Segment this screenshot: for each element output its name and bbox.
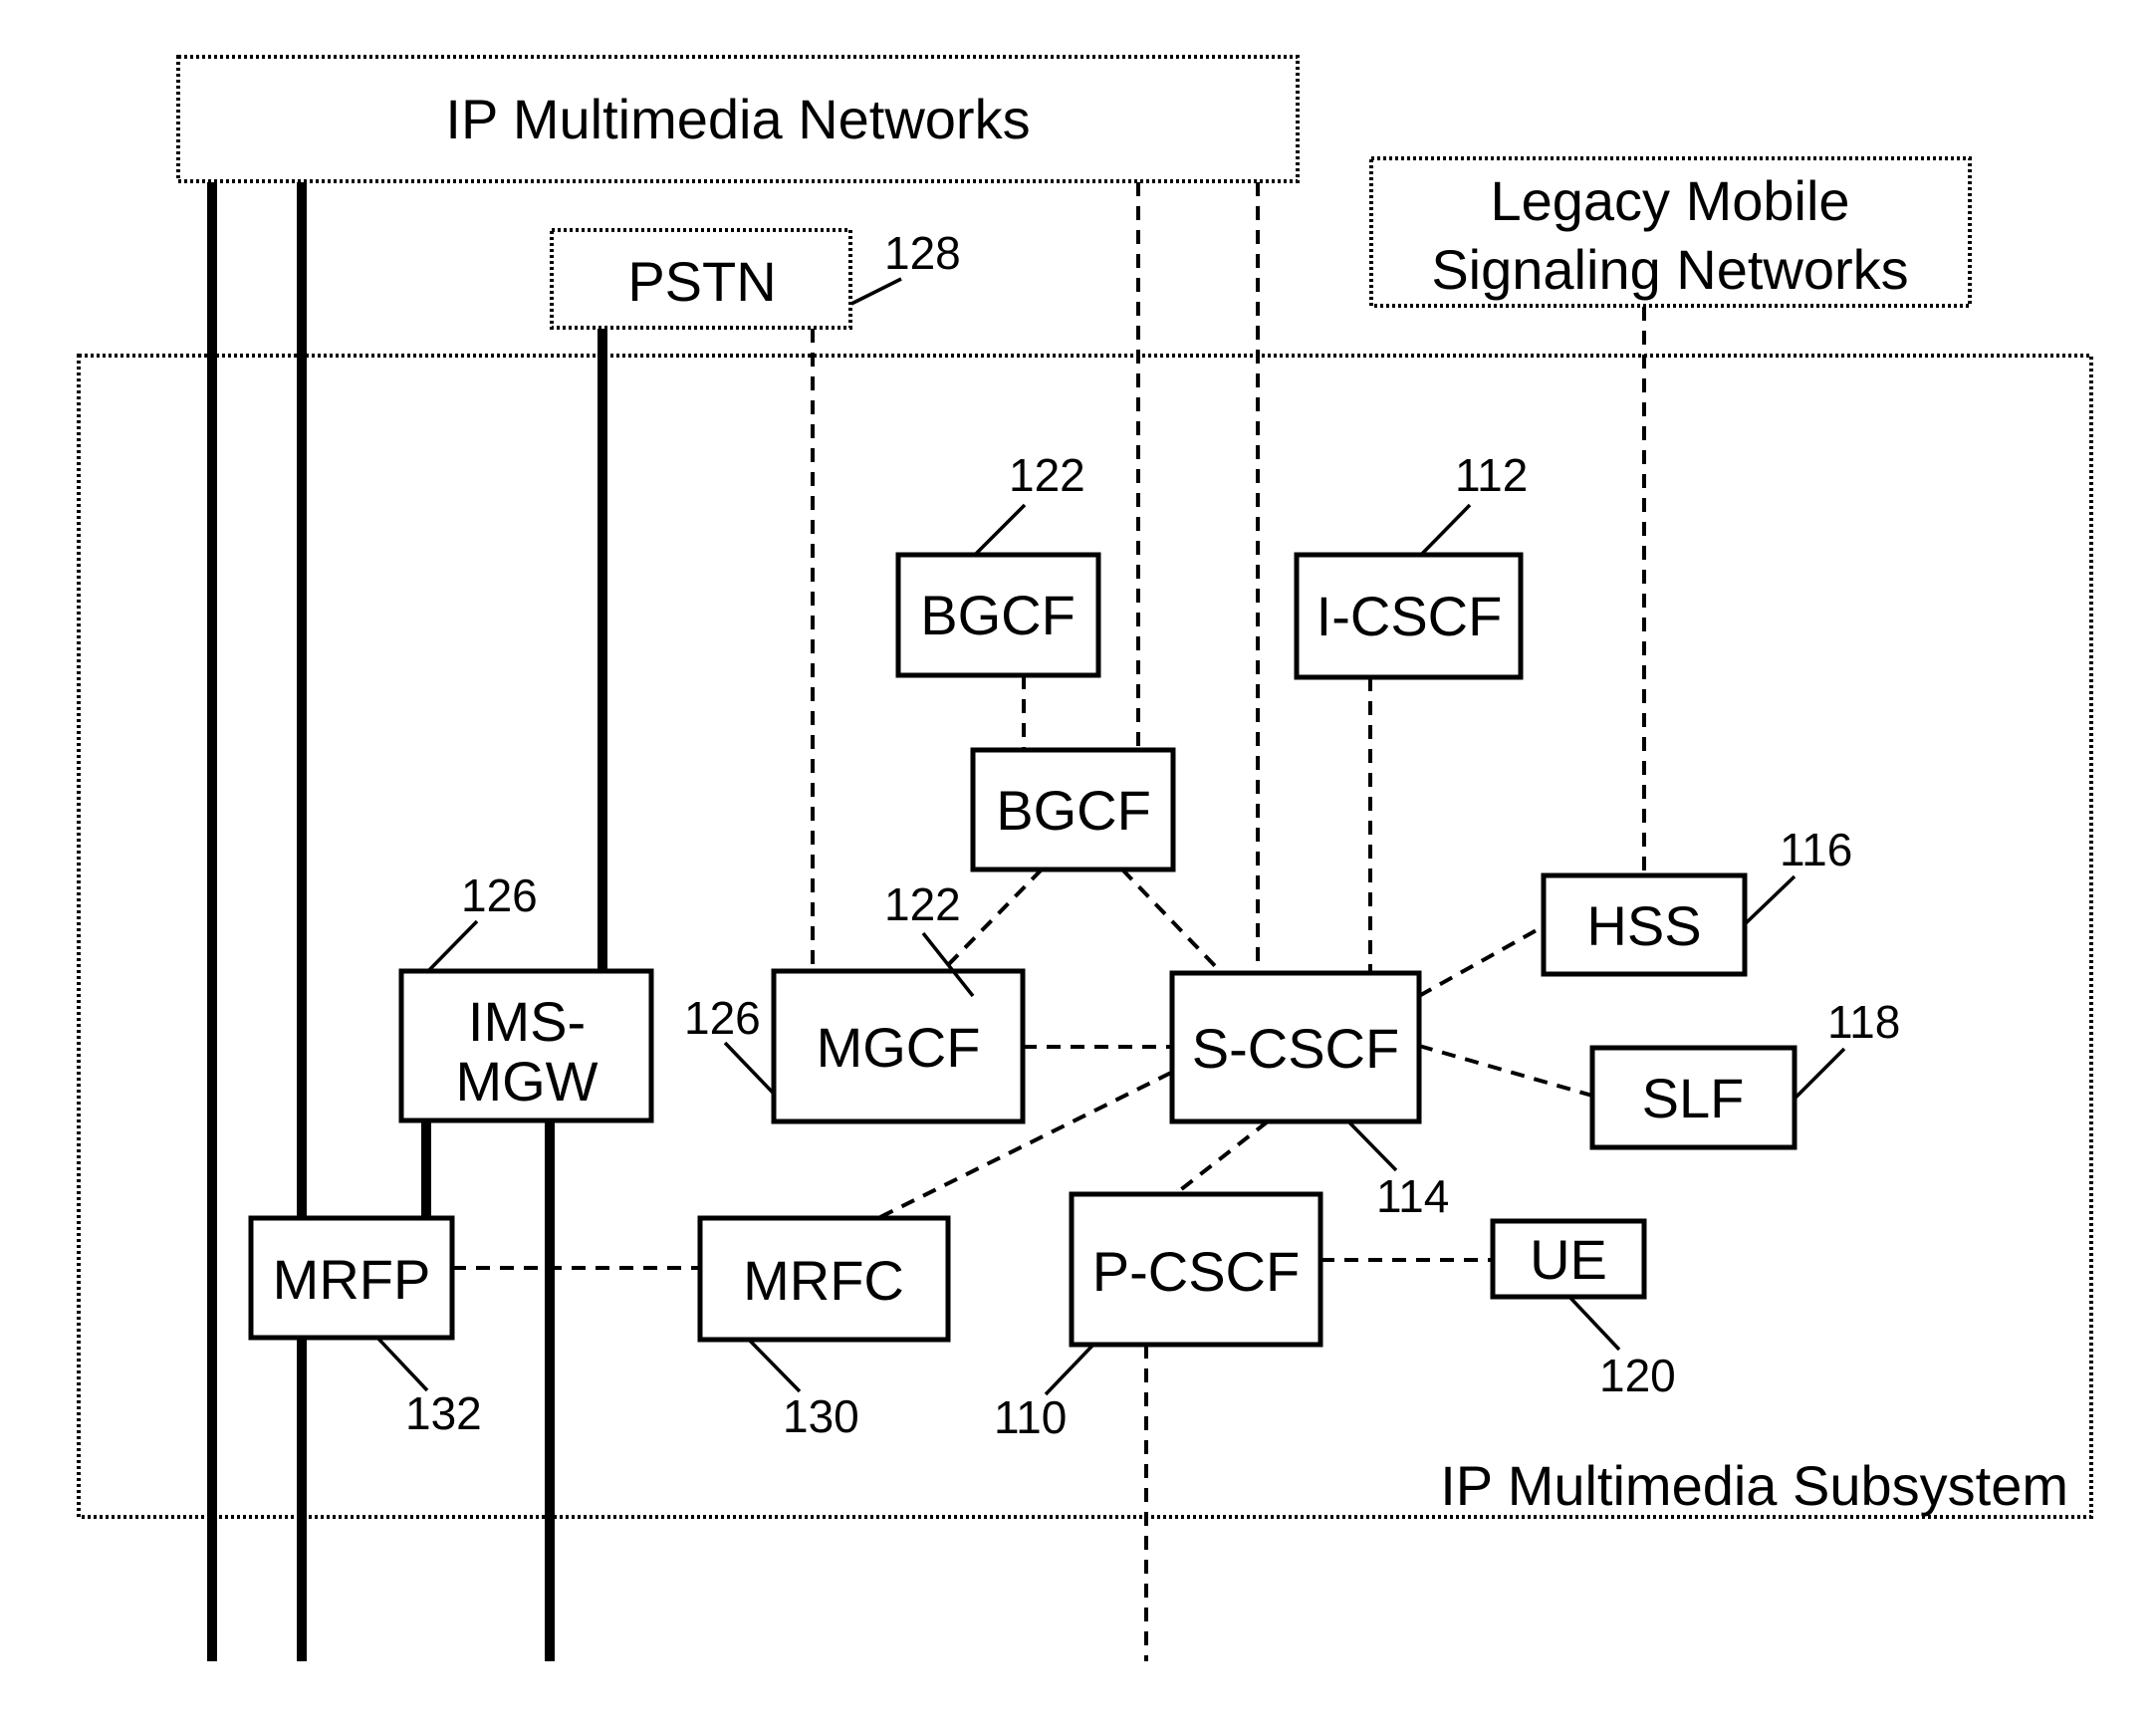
bgcf-mid-label: BGCF — [996, 779, 1151, 842]
ref-scscf: 114 — [1376, 1170, 1449, 1222]
ref-mgcf: 126 — [684, 992, 761, 1044]
mrfc-label: MRFC — [743, 1249, 904, 1312]
bgcf-top-label: BGCF — [920, 584, 1076, 646]
scscf-label: S-CSCF — [1192, 1017, 1399, 1080]
ref-ue: 120 — [1599, 1350, 1676, 1401]
hss-label: HSS — [1586, 894, 1701, 957]
ims-mgw-label-line1: IMS- — [468, 990, 586, 1053]
slf-label: SLF — [1642, 1067, 1745, 1129]
ref-slf: 118 — [1827, 996, 1900, 1048]
ue-label: UE — [1530, 1228, 1607, 1291]
icscf-label: I-CSCF — [1317, 585, 1503, 647]
ref-pstn: 128 — [884, 227, 961, 279]
ims-mgw-label-line2: MGW — [455, 1050, 598, 1113]
ref-icscf: 112 — [1455, 449, 1528, 501]
mgcf-label: MGCF — [817, 1016, 981, 1079]
ref-ims-mgw: 126 — [461, 869, 538, 921]
ims-label: IP Multimedia Subsystem — [1440, 1454, 2068, 1517]
ref-bgcf-top: 122 — [1009, 449, 1085, 501]
ref-bgcf-mid: 122 — [884, 878, 961, 930]
ims-architecture-diagram: IP Multimedia Networks Legacy Mobile Sig… — [77, 55, 2093, 1661]
mrfp-label: MRFP — [273, 1248, 431, 1311]
ref-mrfc: 130 — [783, 1390, 859, 1442]
ref-pcscf: 110 — [994, 1391, 1067, 1443]
pcscf-label: P-CSCF — [1092, 1240, 1300, 1303]
ref-mrfp: 132 — [405, 1387, 482, 1439]
ref-hss: 116 — [1780, 824, 1852, 875]
leader-pstn — [850, 277, 902, 306]
pstn-label: PSTN — [627, 250, 776, 313]
legacy-label-line2: Signaling Networks — [1431, 238, 1908, 301]
legacy-label-line1: Legacy Mobile — [1490, 169, 1849, 232]
ip-multimedia-networks-label: IP Multimedia Networks — [445, 88, 1030, 150]
